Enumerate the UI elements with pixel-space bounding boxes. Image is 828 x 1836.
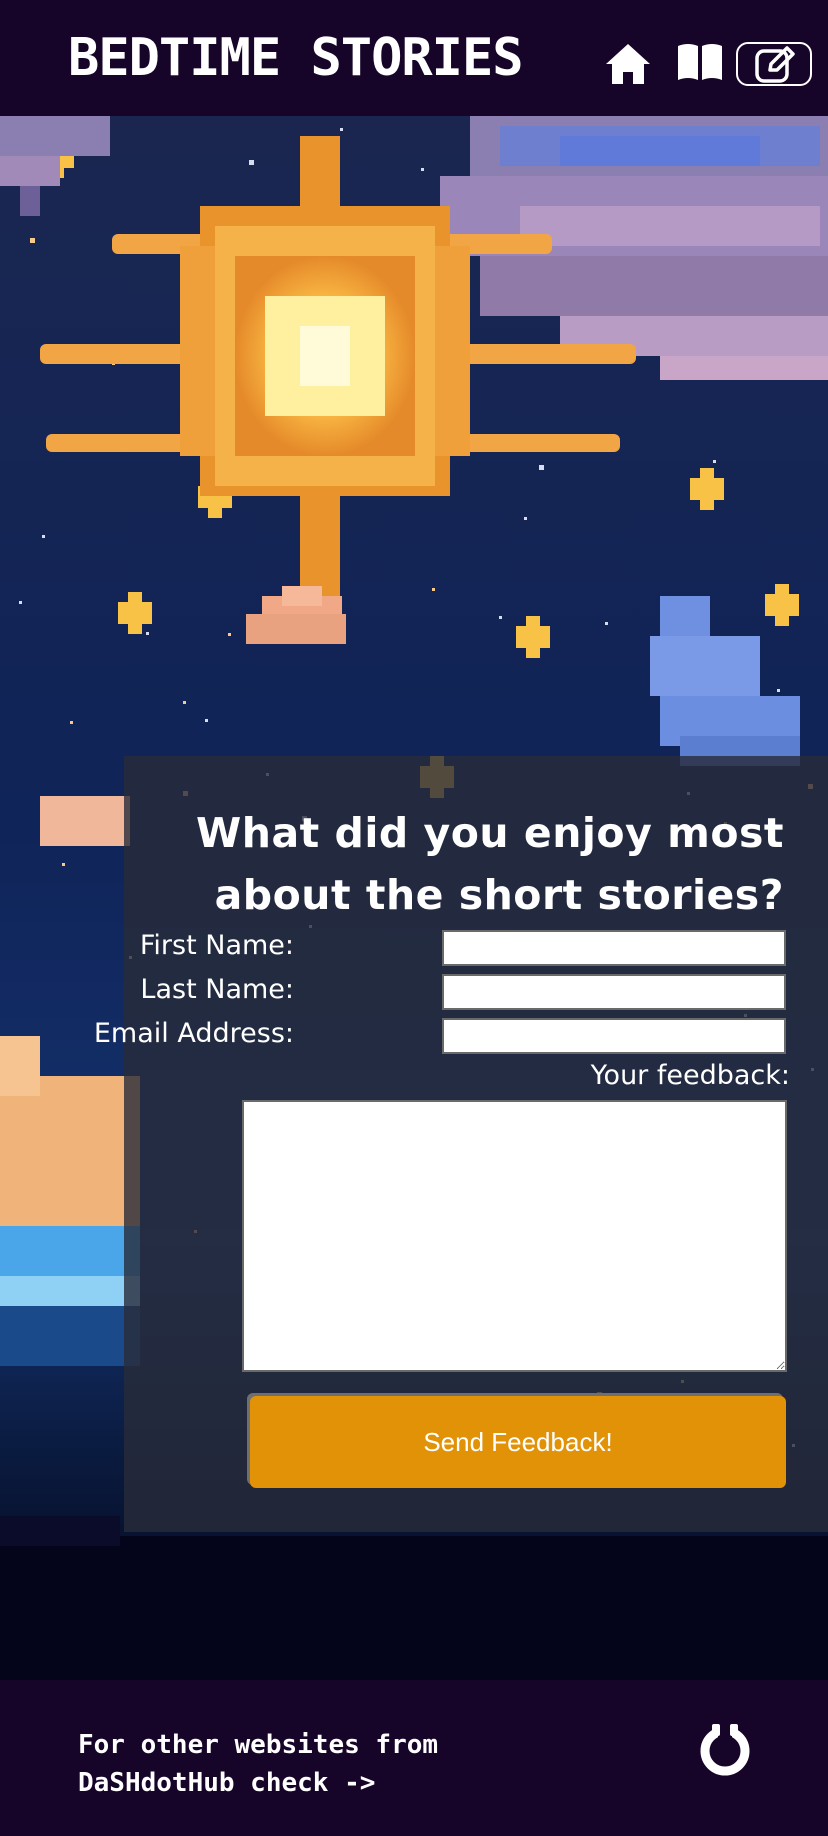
email-label: Email Address: xyxy=(93,1018,294,1049)
tiny-star xyxy=(205,719,208,722)
site-footer: For other websites from DaSHdotHub check… xyxy=(0,1680,828,1836)
book-icon[interactable] xyxy=(676,42,724,86)
tiny-star xyxy=(777,689,780,692)
tiny-star xyxy=(605,622,608,625)
tiny-star xyxy=(524,517,527,520)
tiny-star xyxy=(340,128,343,131)
feedback-form-panel: What did you enjoy most about the short … xyxy=(94,756,828,1532)
feedback-textarea[interactable] xyxy=(242,1100,787,1372)
tiny-star xyxy=(249,160,254,165)
form-question-heading: What did you enjoy most about the short … xyxy=(196,809,784,919)
edit-icon[interactable] xyxy=(736,42,812,86)
tiny-star xyxy=(432,588,435,591)
send-feedback-button[interactable]: Send Feedback! xyxy=(250,1396,786,1488)
tiny-star xyxy=(499,616,502,619)
last-name-label: Last Name: xyxy=(140,974,294,1005)
site-header: BEDTIME STORIES xyxy=(0,0,828,118)
feedback-label: Your feedback: xyxy=(590,1060,790,1091)
tiny-star xyxy=(539,465,544,470)
tiny-star xyxy=(19,601,22,604)
tiny-star xyxy=(228,633,231,636)
dashdothub-logo-icon[interactable] xyxy=(698,1722,752,1780)
home-icon[interactable] xyxy=(604,42,652,90)
tiny-star xyxy=(146,632,149,635)
tiny-star xyxy=(62,863,65,866)
tiny-star xyxy=(30,238,35,243)
first-name-label: First Name: xyxy=(139,930,294,961)
tiny-star xyxy=(183,701,186,704)
footer-line-2: DaSHdotHub check -> xyxy=(78,1768,376,1798)
first-name-input[interactable] xyxy=(442,930,786,966)
footer-line-1: For other websites from xyxy=(78,1730,439,1760)
tiny-star xyxy=(42,535,45,538)
ground-silhouette xyxy=(0,1516,828,1680)
footer-text[interactable]: For other websites from DaSHdotHub check… xyxy=(78,1726,438,1802)
last-name-input[interactable] xyxy=(442,974,786,1010)
email-input[interactable] xyxy=(442,1018,786,1054)
tiny-star xyxy=(713,460,716,463)
tiny-star xyxy=(70,721,73,724)
tiny-star xyxy=(421,168,424,171)
site-title[interactable]: BEDTIME STORIES xyxy=(68,28,524,88)
